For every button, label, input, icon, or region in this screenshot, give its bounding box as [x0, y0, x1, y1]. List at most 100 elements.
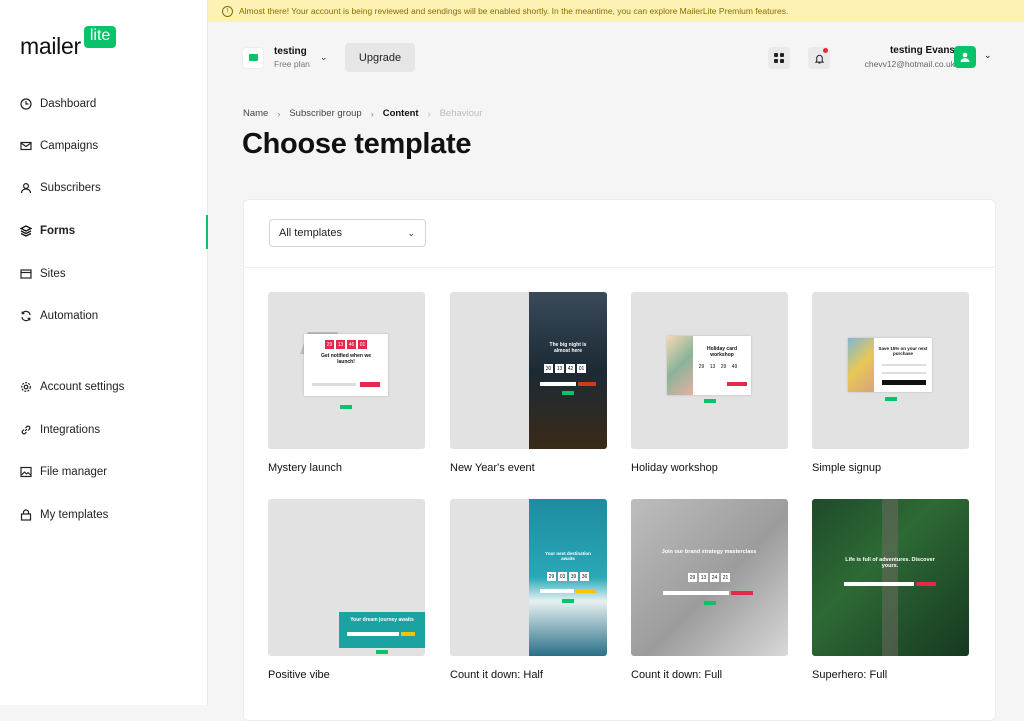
chevron-down-icon[interactable]: ⌄ — [984, 50, 992, 61]
countdown-seconds: 01 — [577, 364, 586, 373]
template-name: New Year's event — [450, 462, 535, 474]
countdown-seconds: 01 — [358, 340, 367, 349]
template-name: Superhero: Full — [812, 669, 888, 681]
template-card-count-it-down-half[interactable]: Your next destination awaits 29 03 39 36… — [450, 499, 607, 681]
preview-headline: The big night is almost here — [549, 342, 587, 354]
countdown-days: 30 — [544, 364, 553, 373]
countdown: 30 13 42 01 — [544, 364, 586, 373]
user-name: testing Evans — [889, 45, 955, 56]
template-thumbnail[interactable]: Your dream journey awaits — [268, 499, 425, 656]
image-icon — [20, 466, 32, 478]
user-avatar-icon — [960, 52, 970, 62]
alert-icon: ! — [222, 5, 233, 17]
sidebar-item-file-manager[interactable]: File manager — [0, 454, 207, 490]
template-name: Count it down: Half — [450, 669, 543, 681]
browser-icon — [20, 268, 32, 280]
gear-icon — [20, 381, 32, 393]
template-panel: All templates ⌄ 29 13 46 01 Get notified… — [243, 199, 996, 721]
upgrade-button[interactable]: Upgrade — [345, 43, 415, 72]
breadcrumb-name[interactable]: Name — [243, 108, 268, 119]
bell-icon — [814, 54, 824, 64]
template-thumbnail[interactable]: Save 15% on your next purchase — [812, 292, 969, 449]
template-thumbnail[interactable]: 29 13 46 01 Get notified when we launch! — [268, 292, 425, 449]
preview-headline: Get notified when we launch! — [320, 353, 371, 365]
sidebar-item-campaigns[interactable]: Campaigns — [0, 128, 207, 164]
form-preview: Your dream journey awaits — [339, 612, 425, 648]
breadcrumb-content: Content — [382, 108, 419, 119]
countdown-hours: 13 — [336, 340, 345, 349]
template-card-positive-vibe[interactable]: Your dream journey awaits Positive vibe — [268, 499, 425, 681]
template-name: Count it down: Full — [631, 669, 723, 681]
form-preview: Holiday card workshop 29 13 29 49 — [667, 336, 751, 395]
sidebar-item-label: Campaigns — [40, 140, 99, 152]
countdown-minutes: 24 — [710, 573, 719, 582]
sidebar-item-integrations[interactable]: Integrations — [0, 412, 207, 448]
mailerlite-logo[interactable]: mailer lite — [20, 26, 117, 60]
sidebar-item-forms[interactable]: Forms — [0, 213, 207, 249]
topbar: testing Free plan ⌄ Upgrade testing Evan… — [208, 22, 1024, 92]
template-card-count-it-down-full[interactable]: Join our brand strategy masterclass 29 1… — [631, 499, 788, 681]
apps-grid-button[interactable] — [768, 47, 790, 69]
page-title: Choose template — [242, 128, 472, 160]
clock-icon — [20, 98, 32, 110]
template-card-holiday-workshop[interactable]: Holiday card workshop 29 13 29 49 Holida… — [631, 292, 788, 474]
template-filter-select[interactable]: All templates ⌄ — [269, 219, 426, 247]
countdown-minutes: 42 — [566, 364, 575, 373]
template-name: Mystery launch — [268, 462, 342, 474]
preview-headline: Join our brand strategy masterclass — [661, 549, 757, 555]
account-switcher[interactable]: testing Free plan ⌄ — [242, 46, 327, 69]
countdown-hours: 03 — [558, 572, 567, 581]
countdown-minutes: 46 — [347, 340, 356, 349]
sidebar-item-account-settings[interactable]: Account settings — [0, 369, 207, 405]
countdown-days: 29 — [547, 572, 556, 581]
countdown-seconds: 49 — [731, 363, 738, 370]
template-thumbnail[interactable]: Holiday card workshop 29 13 29 49 — [631, 292, 788, 449]
breadcrumb-subscriber-group[interactable]: Subscriber group — [289, 108, 361, 119]
countdown-minutes: 29 — [720, 363, 727, 370]
chevron-down-icon: ⌄ — [407, 228, 415, 238]
chevron-right-icon: › — [277, 108, 281, 119]
preview-bridge — [882, 499, 898, 656]
form-preview: Save 15% on your next purchase — [848, 338, 932, 392]
template-thumbnail[interactable]: The big night is almost here 30 13 42 01 — [450, 292, 607, 449]
notifications-button[interactable] — [808, 47, 830, 69]
template-card-mystery-launch[interactable]: 29 13 46 01 Get notified when we launch!… — [268, 292, 425, 474]
template-card-simple-signup[interactable]: Save 15% on your next purchase Simple si… — [812, 292, 969, 474]
chevron-right-icon: › — [370, 108, 374, 119]
banner-text: Almost there! Your account is being revi… — [239, 6, 789, 16]
sidebar-item-automation[interactable]: Automation — [0, 298, 207, 334]
sidebar-item-my-templates[interactable]: My templates — [0, 497, 207, 533]
sidebar-item-dashboard[interactable]: Dashboard — [0, 86, 207, 122]
template-thumbnail[interactable]: Join our brand strategy masterclass 29 1… — [631, 499, 788, 656]
sidebar: mailer lite Dashboard Campaigns Subscrib… — [0, 0, 208, 705]
template-thumbnail[interactable]: Your next destination awaits 29 03 39 36 — [450, 499, 607, 656]
countdown-seconds: 21 — [721, 573, 730, 582]
template-card-superhero-full[interactable]: Life is full of adventures. Discover you… — [812, 499, 969, 681]
template-thumbnail[interactable]: Life is full of adventures. Discover you… — [812, 499, 969, 656]
sidebar-item-sites[interactable]: Sites — [0, 256, 207, 292]
mail-icon — [20, 140, 32, 152]
countdown-hours: 13 — [555, 364, 564, 373]
sidebar-item-label: My templates — [40, 509, 109, 521]
avatar[interactable] — [954, 46, 976, 68]
account-plan: Free plan — [274, 59, 310, 69]
breadcrumb-behaviour: Behaviour — [439, 108, 483, 119]
countdown-days: 29 — [325, 340, 334, 349]
countdown-minutes: 39 — [569, 572, 578, 581]
countdown-days: 29 — [688, 573, 697, 582]
sidebar-item-label: Sites — [40, 268, 66, 280]
countdown: 29 13 46 01 — [304, 340, 388, 349]
user-icon — [20, 182, 32, 194]
preview-headline: Holiday card workshop — [706, 346, 737, 358]
active-indicator — [206, 215, 208, 249]
sidebar-item-label: Dashboard — [40, 98, 97, 110]
preview-headline: Your dream journey awaits — [350, 617, 414, 623]
filter-value: All templates — [279, 227, 342, 239]
chevron-down-icon: ⌄ — [319, 52, 328, 62]
panel-header: All templates ⌄ — [244, 200, 995, 268]
sidebar-item-label: File manager — [40, 466, 108, 478]
template-card-new-years-event[interactable]: The big night is almost here 30 13 42 01… — [450, 292, 607, 474]
user-menu[interactable]: testing Evans chevv12@hotmail.co.uk — [865, 45, 955, 69]
sidebar-item-subscribers[interactable]: Subscribers — [0, 170, 207, 206]
sidebar-item-label: Integrations — [40, 424, 101, 436]
